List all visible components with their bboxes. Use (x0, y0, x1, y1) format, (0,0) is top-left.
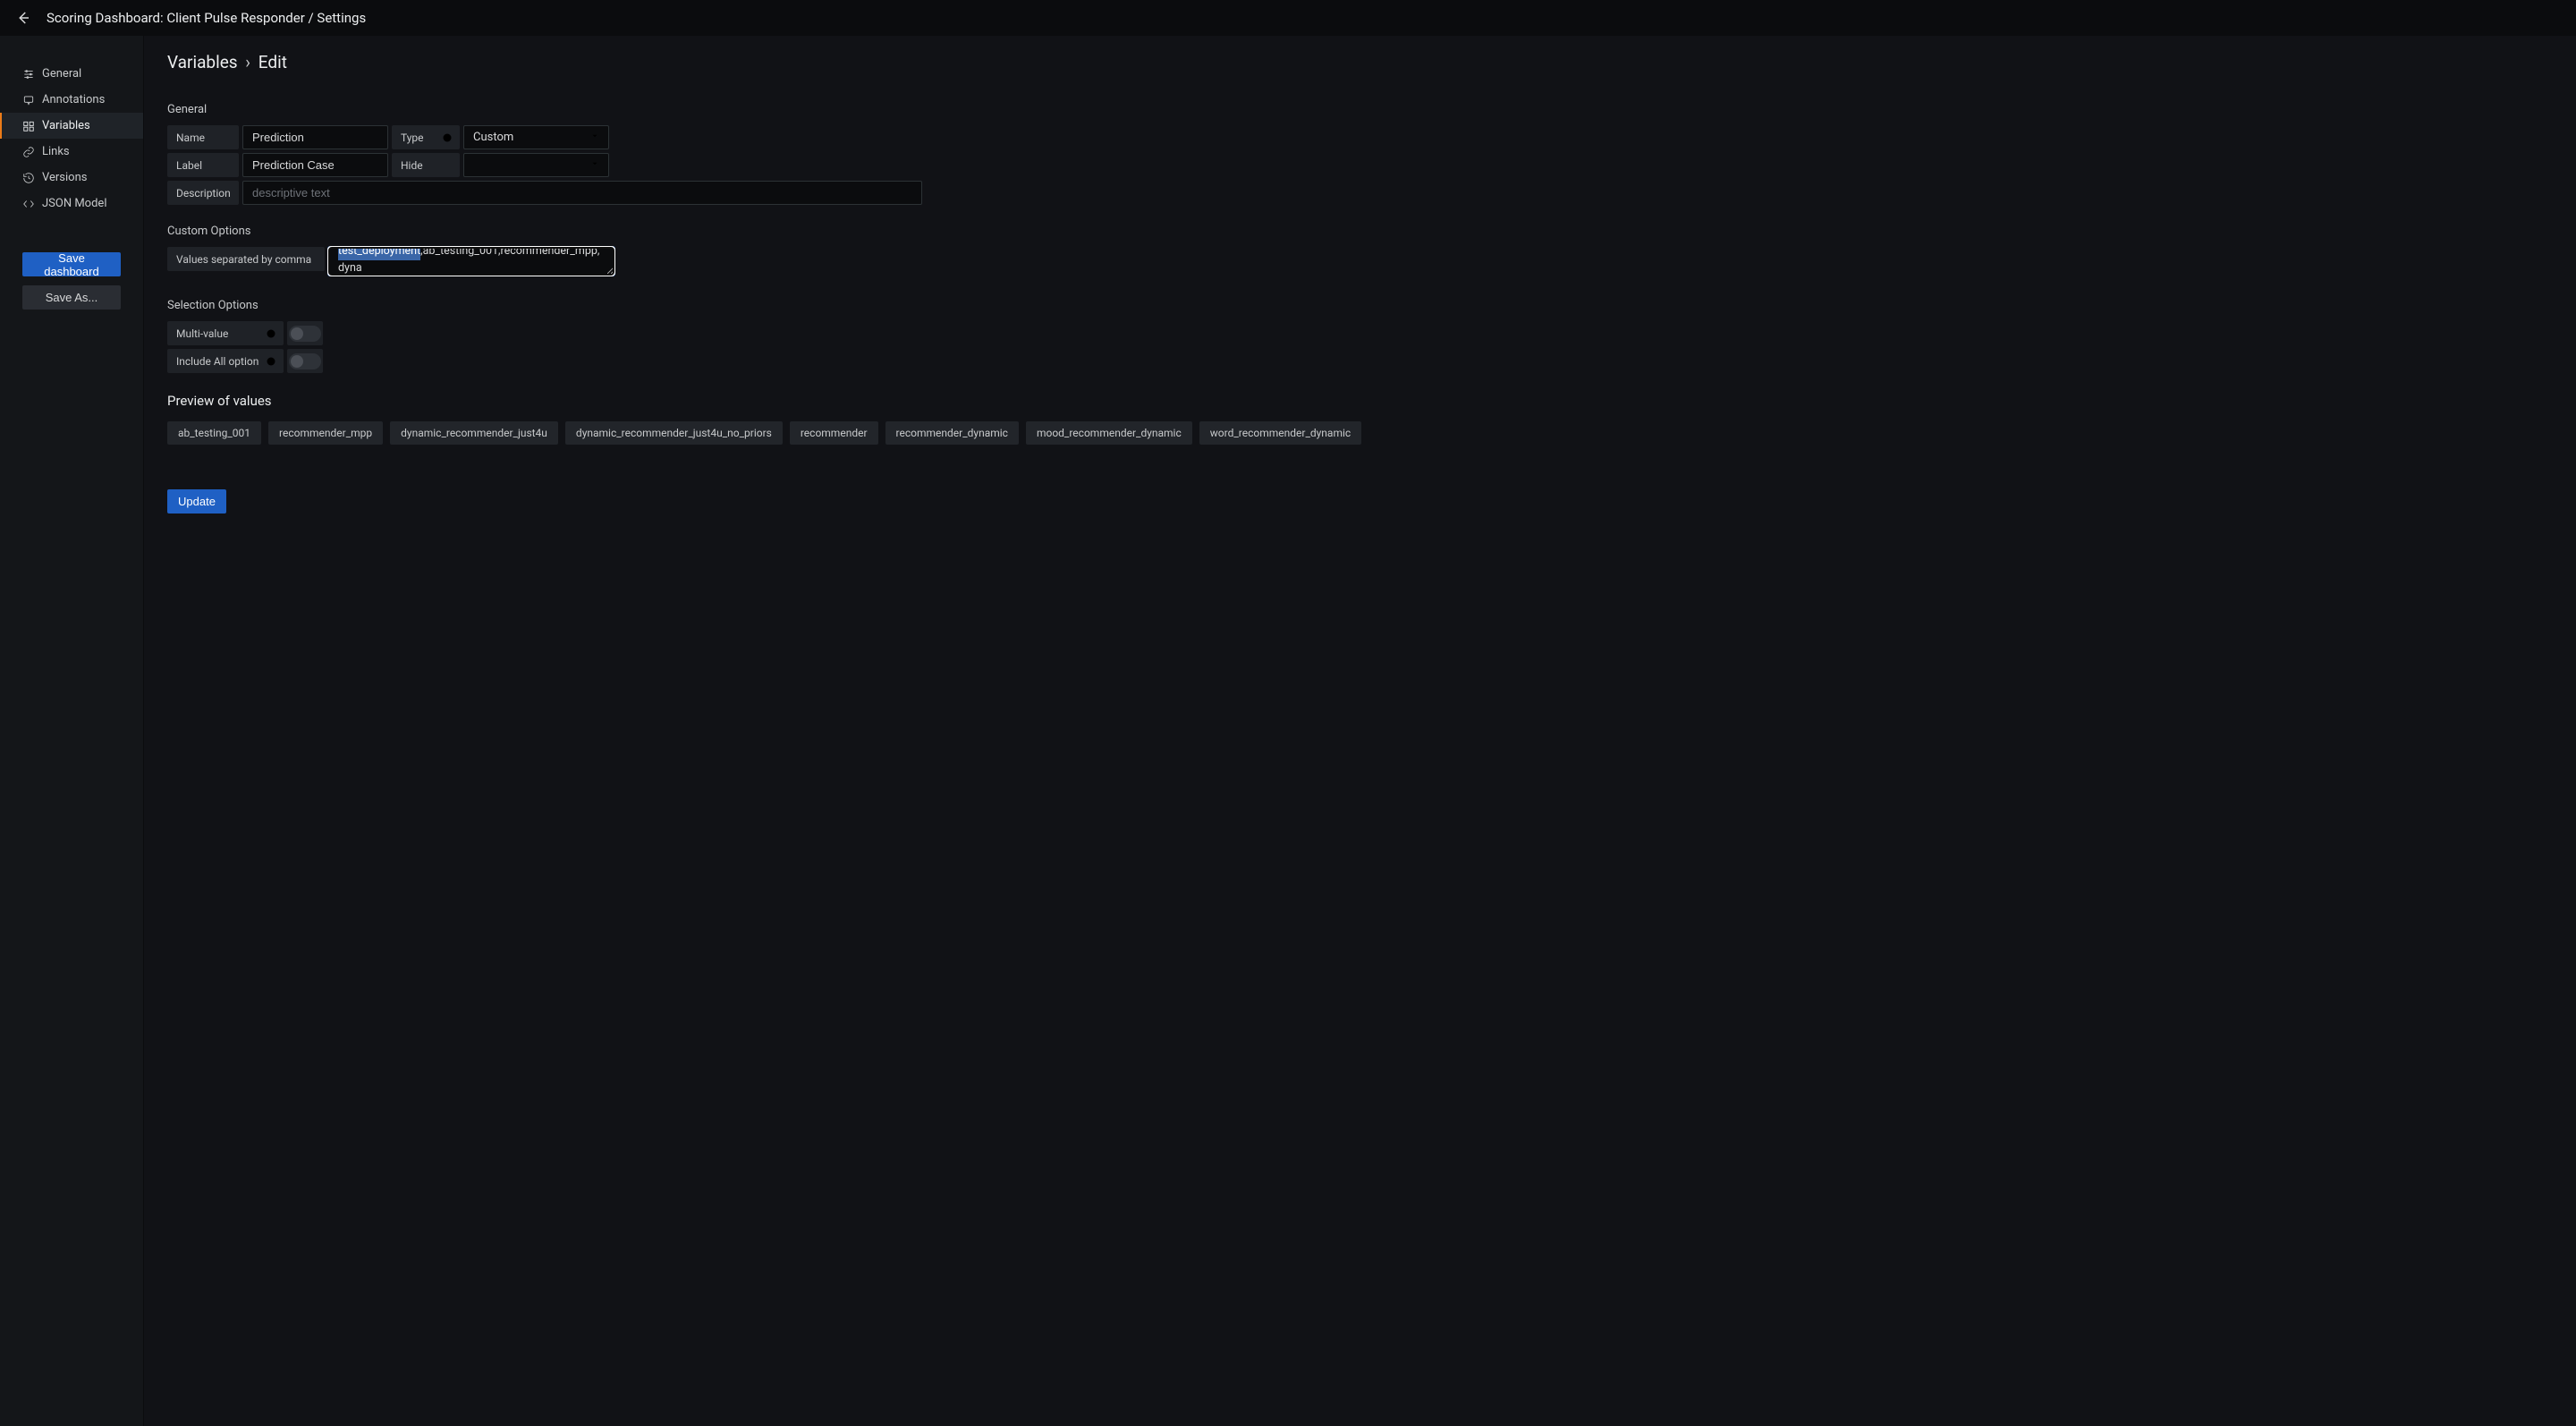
link-icon (22, 146, 35, 158)
sidebar-item-label: Links (42, 145, 70, 158)
preview-chip: recommender_dynamic (886, 421, 1019, 445)
code-icon (22, 198, 35, 210)
arrow-left-icon (15, 10, 31, 26)
sliders-icon (22, 68, 35, 81)
label-description: Description (167, 181, 239, 205)
save-as-button[interactable]: Save As... (22, 285, 121, 310)
section-custom-options: Custom Options Values separated by comma (167, 225, 2553, 279)
variables-icon (22, 120, 35, 132)
page-header-title: Scoring Dashboard: Client Pulse Responde… (47, 10, 366, 26)
section-general: General Name Type Custom Label (167, 103, 2553, 205)
label-name: Name (167, 125, 239, 149)
sidebar-item-general[interactable]: General (0, 61, 143, 87)
name-input[interactable] (242, 125, 388, 149)
preview-chip: recommender_mpp (268, 421, 383, 445)
label-label: Label (167, 153, 239, 177)
preview-chip: ab_testing_001 (167, 421, 261, 445)
section-title-custom-options: Custom Options (167, 225, 2553, 238)
info-icon[interactable] (442, 132, 453, 143)
section-selection-options: Selection Options Multi-value Include Al… (167, 299, 2553, 373)
include-all-toggle[interactable] (289, 353, 321, 369)
page-title: Variables › Edit (167, 52, 2553, 72)
annotation-icon (22, 94, 35, 106)
sidebar-item-annotations[interactable]: Annotations (0, 87, 143, 113)
preview-chip: mood_recommender_dynamic (1026, 421, 1192, 445)
chevron-right-icon: › (245, 52, 250, 72)
label-include-all: Include All option (167, 349, 284, 373)
update-button[interactable]: Update (167, 489, 226, 514)
sidebar-item-label: Variables (42, 119, 90, 132)
preview-chip: word_recommender_dynamic (1199, 421, 1361, 445)
label-values: Values separated by comma (167, 247, 325, 271)
sidebar-item-label: Versions (42, 171, 87, 184)
preview-chip: dynamic_recommender_just4u_no_priors (565, 421, 783, 445)
include-all-toggle-wrap (287, 349, 323, 373)
label-multi-value: Multi-value (167, 321, 284, 345)
type-select[interactable]: Custom (463, 125, 609, 149)
main-content: Variables › Edit General Name Type Custo… (144, 36, 2576, 1426)
multi-value-toggle-wrap (287, 321, 323, 345)
preview-chip-list: ab_testing_001 recommender_mpp dynamic_r… (167, 421, 2553, 445)
section-title-selection-options: Selection Options (167, 299, 2553, 312)
chevron-down-icon (590, 131, 599, 144)
sidebar-item-label: General (42, 67, 81, 81)
breadcrumb-leaf: Edit (258, 52, 287, 72)
sidebar-item-label: JSON Model (42, 197, 106, 210)
sidebar-item-variables[interactable]: Variables (0, 113, 143, 139)
sidebar-item-links[interactable]: Links (0, 139, 143, 165)
label-input[interactable] (242, 153, 388, 177)
history-icon (22, 172, 35, 184)
hide-select[interactable] (463, 153, 609, 177)
preview-chip: dynamic_recommender_just4u (390, 421, 558, 445)
type-select-value: Custom (473, 131, 513, 144)
description-input[interactable] (242, 181, 922, 205)
info-icon[interactable] (266, 356, 276, 367)
info-icon[interactable] (266, 328, 276, 339)
settings-sidebar: General Annotations Variables (0, 36, 144, 1426)
save-dashboard-button[interactable]: Save dashboard (22, 252, 121, 276)
back-button[interactable] (11, 5, 36, 30)
chevron-down-icon (590, 158, 599, 172)
values-textarea[interactable] (328, 247, 614, 276)
sidebar-item-label: Annotations (42, 93, 105, 106)
label-type: Type (392, 125, 460, 149)
preview-chip: recommender (790, 421, 878, 445)
section-preview: Preview of values ab_testing_001 recomme… (167, 393, 2553, 445)
multi-value-toggle[interactable] (289, 326, 321, 342)
topbar: Scoring Dashboard: Client Pulse Responde… (0, 0, 2576, 36)
sidebar-item-versions[interactable]: Versions (0, 165, 143, 191)
breadcrumb-root: Variables (167, 52, 238, 72)
sidebar-item-json-model[interactable]: JSON Model (0, 191, 143, 216)
label-hide: Hide (392, 153, 460, 177)
section-title-general: General (167, 103, 2553, 116)
preview-title: Preview of values (167, 393, 2553, 409)
